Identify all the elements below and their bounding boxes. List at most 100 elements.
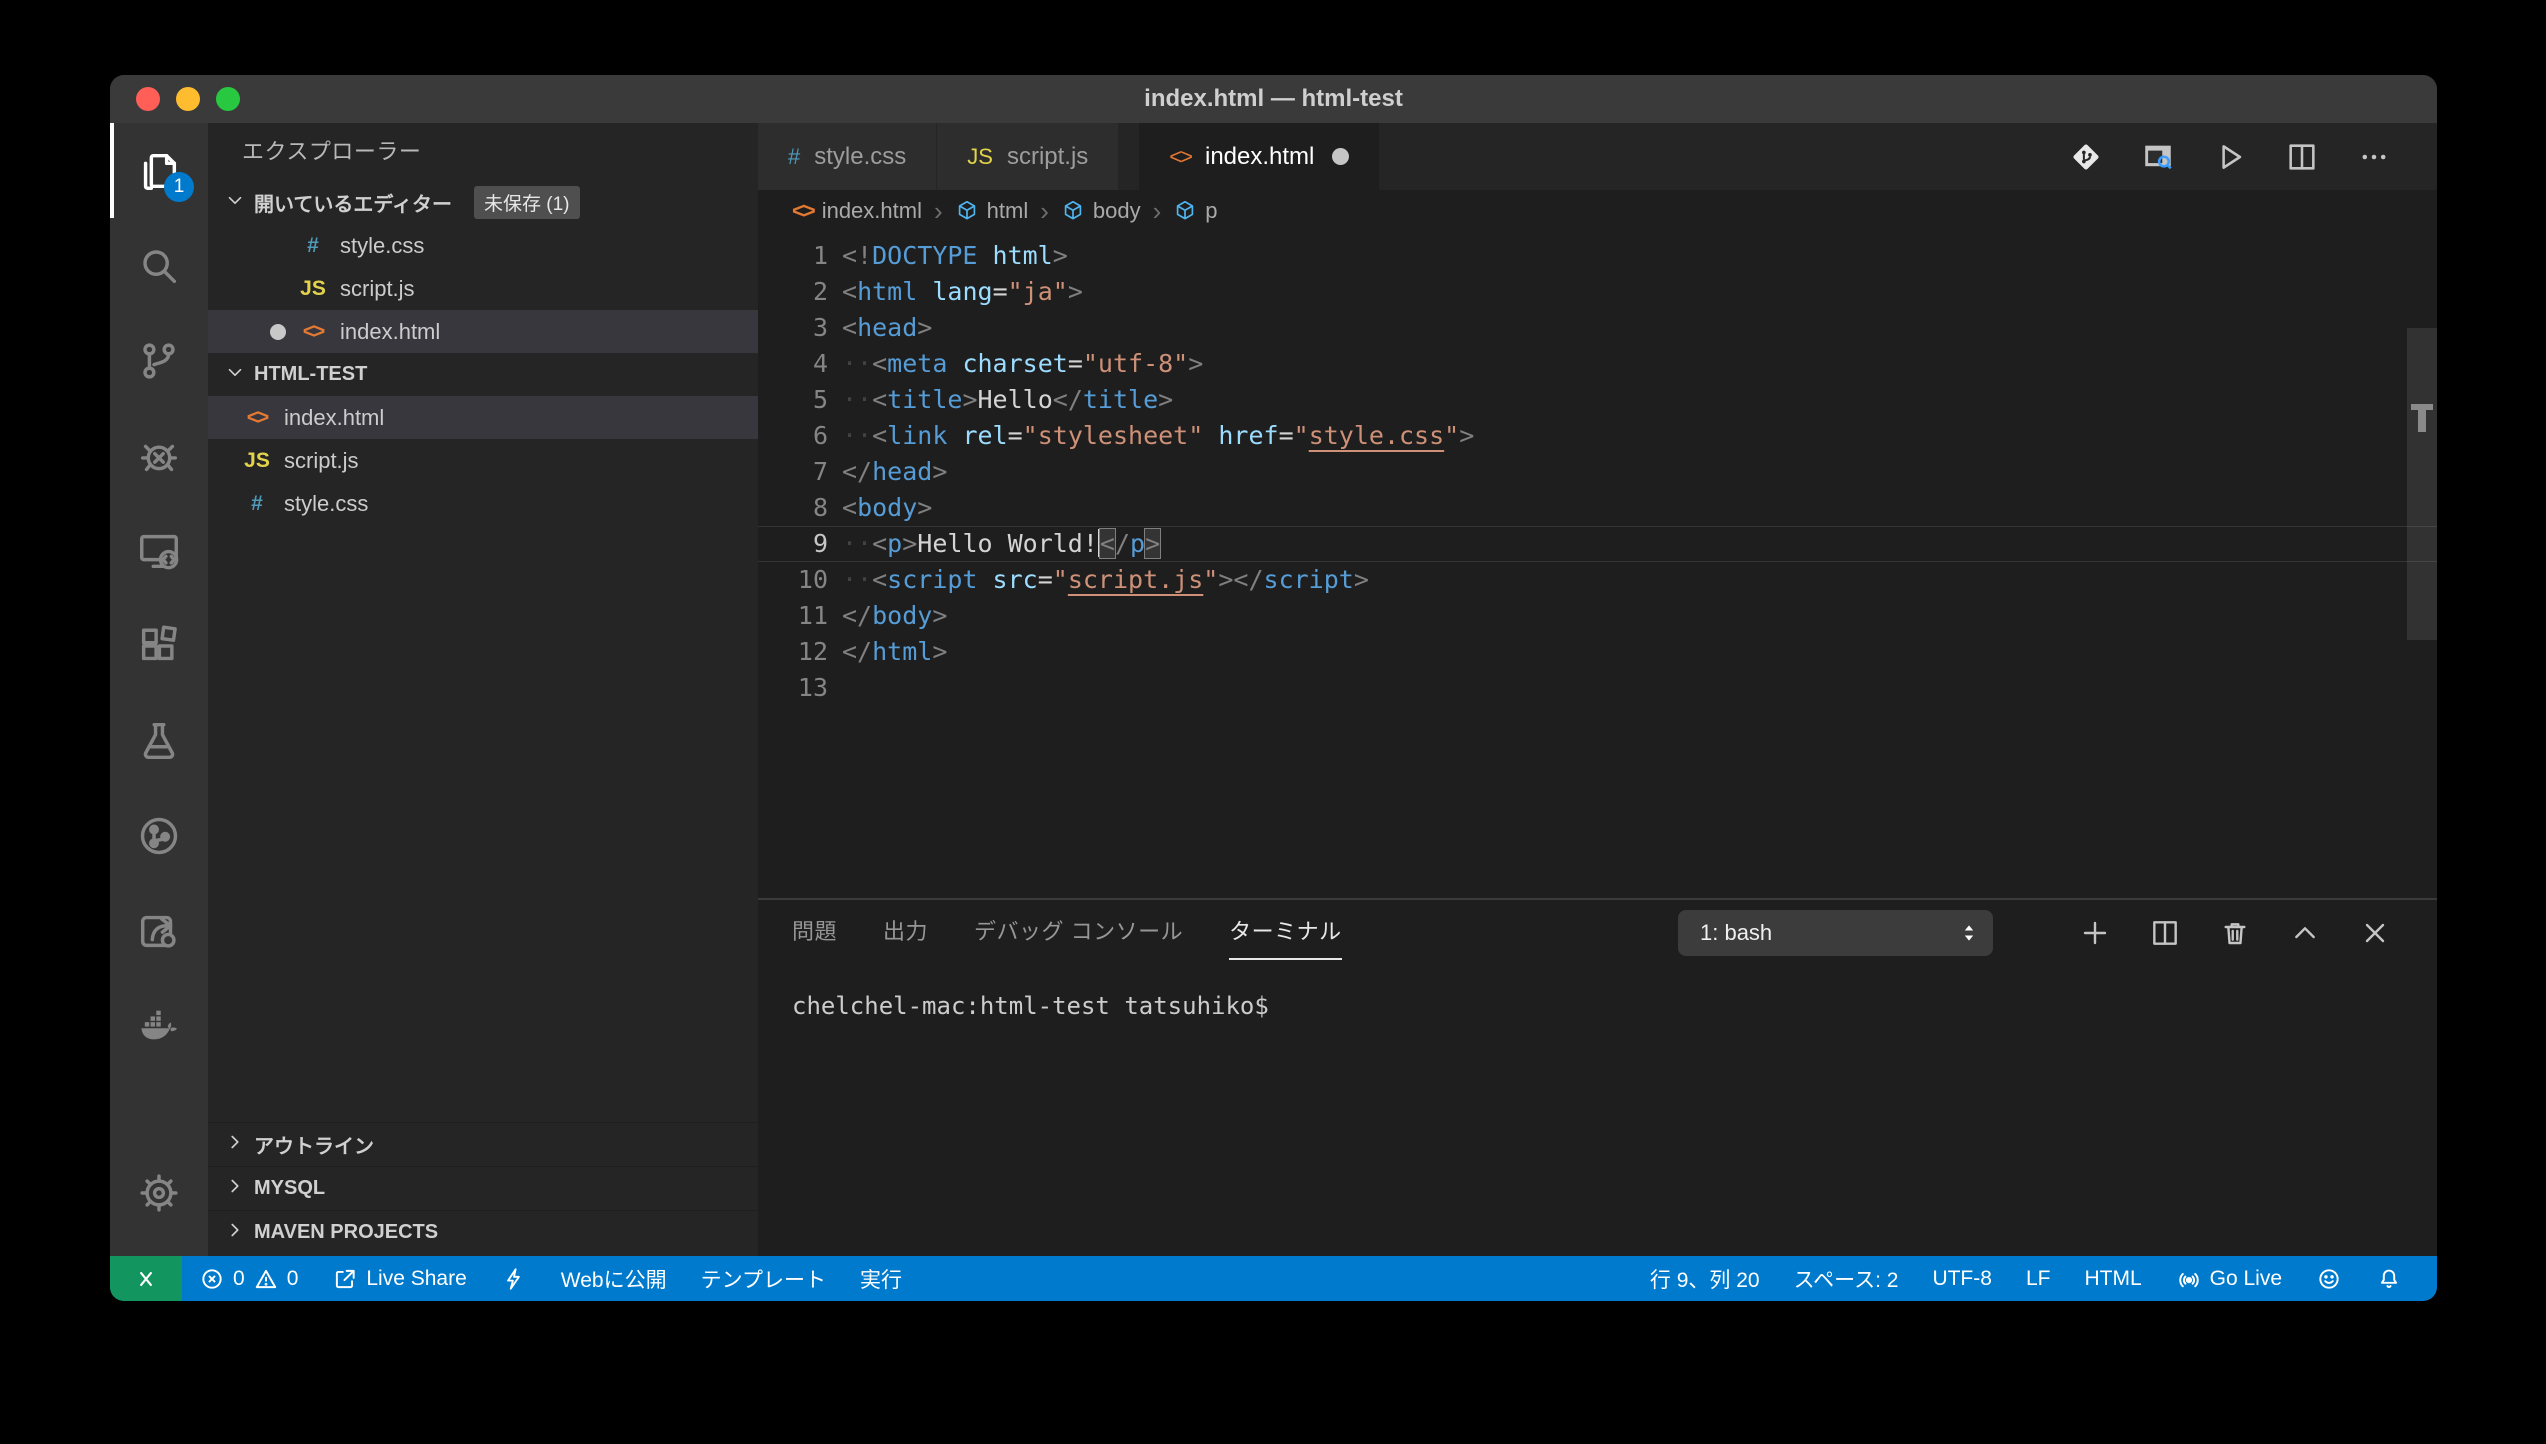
activity-item-manage[interactable]: [110, 1145, 208, 1240]
breadcrumb-item-p[interactable]: p: [1173, 198, 1217, 224]
panel-tab-デバッグ コンソール[interactable]: デバッグ コンソール: [974, 914, 1183, 952]
code-line-13[interactable]: 13: [758, 670, 2437, 706]
status-feedback[interactable]: [2299, 1256, 2359, 1301]
open-preview-button[interactable]: [2141, 140, 2175, 174]
explorer-title: エクスプローラー: [208, 123, 758, 181]
share-arrow-icon: [136, 908, 182, 954]
breadcrumb-separator: ›: [1040, 196, 1049, 227]
desktop: index.html — html-test 1 エクスプローラー 開いているエ…: [0, 0, 2546, 1444]
code-line-6[interactable]: 6··<link rel="stylesheet" href="style.cs…: [758, 418, 2437, 454]
line-content: </body>: [842, 598, 947, 634]
symbol-cube: [1173, 199, 1197, 223]
terminal-select[interactable]: 1: bash: [1678, 910, 1993, 956]
code-line-1[interactable]: 1 <!DOCTYPE html>: [758, 238, 2437, 274]
split-terminal-button[interactable]: [2149, 917, 2181, 949]
breadcrumb-label: p: [1205, 198, 1217, 224]
file-label: style.css: [340, 233, 424, 259]
status-run[interactable]: 実行: [843, 1256, 919, 1301]
section-アウトライン[interactable]: アウトライン: [208, 1122, 758, 1166]
folder-header[interactable]: HTML-TEST: [208, 353, 758, 396]
status-encoding[interactable]: UTF-8: [1915, 1256, 2009, 1301]
breadcrumb-item-body[interactable]: body: [1061, 198, 1141, 224]
code-line-8[interactable]: 8<body>: [758, 490, 2437, 526]
tab-index.html[interactable]: <>index.html: [1139, 123, 1380, 190]
line-number: 1: [758, 238, 828, 274]
status-go-live[interactable]: Go Live: [2159, 1256, 2299, 1301]
panel-tab-出力[interactable]: 出力: [883, 914, 928, 952]
code-line-12[interactable]: 12</html>: [758, 634, 2437, 670]
code-line-5[interactable]: 5··<title>Hello</title>: [758, 382, 2437, 418]
explorer-sidebar: エクスプローラー 開いているエディター 未保存 (1) #style.cssJS…: [208, 123, 758, 1256]
code-line-4[interactable]: 4··<meta charset="utf-8">: [758, 346, 2437, 382]
breadcrumb-item-html[interactable]: html: [955, 198, 1029, 224]
code-line-2[interactable]: 2<html lang="ja">: [758, 274, 2437, 310]
panel-tab-ターミナル[interactable]: ターミナル: [1229, 914, 1342, 952]
status-live-share[interactable]: Live Share: [315, 1256, 483, 1301]
activity-item-source-control[interactable]: [110, 313, 208, 408]
status-cursor-position[interactable]: 行 9、列 20: [1633, 1256, 1777, 1301]
open-editors-header[interactable]: 開いているエディター 未保存 (1): [208, 181, 758, 224]
js-file-icon: JS: [242, 449, 272, 473]
code-line-10[interactable]: 10··<script src="script.js"></script>: [758, 562, 2437, 598]
split-editor-button[interactable]: [2285, 140, 2319, 174]
maximize-panel-button[interactable]: [2289, 917, 2321, 949]
activity-item-deploy[interactable]: [110, 883, 208, 978]
status-notifications[interactable]: [2359, 1256, 2419, 1301]
breadcrumb-separator: ›: [1153, 196, 1162, 227]
remote-indicator[interactable]: [110, 1256, 182, 1301]
activity-item-remote-explorer[interactable]: [110, 503, 208, 598]
line-content: ··<p>Hello World!</p>: [842, 526, 1160, 562]
tab-script.js[interactable]: JSscript.js: [937, 123, 1119, 190]
status-language-mode[interactable]: HTML: [2067, 1256, 2158, 1301]
status-publish-web[interactable]: Webに公開: [544, 1256, 684, 1301]
terminal[interactable]: chelchel-mac:html-test tatsuhiko$: [758, 966, 2437, 1020]
line-content: ··<meta charset="utf-8">: [842, 346, 1203, 382]
run-button[interactable]: [2213, 140, 2247, 174]
line-number: 7: [758, 454, 828, 490]
activity-item-extensions[interactable]: [110, 598, 208, 693]
section-MAVEN PROJECTS[interactable]: MAVEN PROJECTS: [208, 1210, 758, 1254]
status-eol[interactable]: LF: [2009, 1256, 2068, 1301]
file-row-style.css[interactable]: #style.css: [208, 482, 758, 525]
section-MYSQL[interactable]: MYSQL: [208, 1166, 758, 1210]
title-bar[interactable]: index.html — html-test: [110, 75, 2437, 123]
file-row-script.js[interactable]: JSscript.js: [208, 267, 758, 310]
code-line-7[interactable]: 7</head>: [758, 454, 2437, 490]
close-panel-button[interactable]: [2359, 917, 2391, 949]
status-indentation[interactable]: スペース: 2: [1777, 1256, 1916, 1301]
code-editor[interactable]: 1 <!DOCTYPE html>2<html lang="ja">3<head>…: [758, 232, 2437, 898]
activity-item-test[interactable]: [110, 693, 208, 788]
status-boost[interactable]: [484, 1256, 544, 1301]
breadcrumb-separator: ›: [934, 196, 943, 227]
remote-monitor-icon: [136, 528, 182, 574]
tab-style.css[interactable]: #style.css: [758, 123, 937, 190]
code-line-11[interactable]: 11</body>: [758, 598, 2437, 634]
code-line-9[interactable]: 9 ··<p>Hello World!</p>: [758, 526, 2437, 562]
activity-item-live-share[interactable]: [110, 788, 208, 883]
code-line-3[interactable]: 3<head>: [758, 310, 2437, 346]
activity-item-debug[interactable]: [110, 408, 208, 503]
more-actions-button[interactable]: [2357, 140, 2391, 174]
new-terminal-button[interactable]: [2079, 917, 2111, 949]
breadcrumb[interactable]: <>index.html › html › body › p: [758, 190, 2437, 232]
file-row-script.js[interactable]: JSscript.js: [208, 439, 758, 482]
panel-tab-問題[interactable]: 問題: [792, 914, 837, 952]
status-problems[interactable]: 00: [182, 1256, 315, 1301]
git-compare-button[interactable]: [2069, 140, 2103, 174]
docker-whale-icon: [136, 1003, 182, 1049]
activity-item-search[interactable]: [110, 218, 208, 313]
line-number: 9: [758, 526, 828, 562]
activity-item-explorer[interactable]: 1: [110, 123, 208, 218]
kill-terminal-button[interactable]: [2219, 917, 2251, 949]
search-icon: [136, 243, 182, 289]
file-row-index.html[interactable]: <>index.html: [208, 396, 758, 439]
line-content: <!DOCTYPE html>: [842, 238, 1068, 274]
status-template[interactable]: テンプレート: [684, 1256, 843, 1301]
chevron-right-icon: [224, 1219, 246, 1247]
file-row-index.html[interactable]: <>index.html: [208, 310, 758, 353]
file-row-style.css[interactable]: #style.css: [208, 224, 758, 267]
modified-dot: [270, 324, 286, 340]
activity-item-docker[interactable]: [110, 978, 208, 1073]
error-icon: [199, 1266, 225, 1292]
breadcrumb-item-index.html[interactable]: <>index.html: [792, 198, 922, 224]
